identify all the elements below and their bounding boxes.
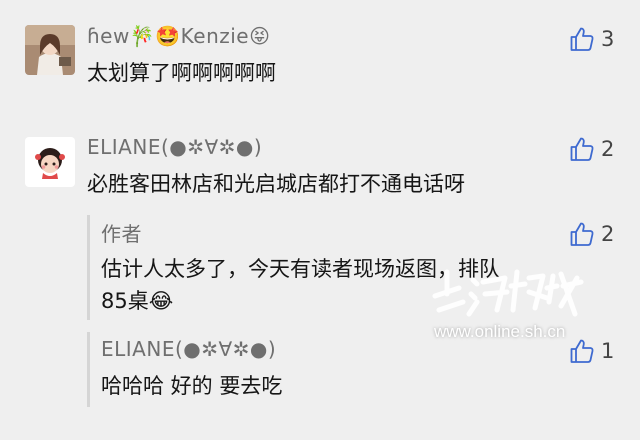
avatar[interactable] xyxy=(25,25,75,75)
thumbs-up-icon xyxy=(570,137,594,161)
like-count: 3 xyxy=(601,27,615,51)
reply-text: 估计人太多了，今天有读者现场返图，排队 xyxy=(101,257,500,281)
comment-username[interactable]: ELIANE(●✲∀✲●) xyxy=(87,135,262,159)
reply-text: 85桌😂 xyxy=(101,289,174,313)
like-count: 2 xyxy=(601,137,615,161)
like-count: 1 xyxy=(601,339,615,363)
like-button[interactable]: 3 xyxy=(569,26,614,52)
avatar[interactable] xyxy=(25,137,75,187)
reply-username: 作者 xyxy=(101,222,142,246)
thumbs-up-icon xyxy=(570,222,594,246)
like-button[interactable]: 2 xyxy=(569,136,614,162)
comment-item: ɦew🎋🤩Kenzie😝 太划算了啊啊啊啊啊 3 xyxy=(0,0,640,110)
comment-text: 太划算了啊啊啊啊啊 xyxy=(87,61,276,85)
comment-item: ELIANE(●✲∀✲●) 必胜客田林店和光启城店都打不通电话呀 2 作者 估计… xyxy=(0,110,640,440)
like-count: 2 xyxy=(601,222,615,246)
like-button[interactable]: 2 xyxy=(569,221,614,247)
thumbs-up-icon xyxy=(570,27,594,51)
reply-divider xyxy=(87,215,90,320)
reply-text: 哈哈哈 好的 要去吃 xyxy=(101,374,283,398)
thumbs-up-icon xyxy=(570,339,594,363)
reply-username[interactable]: ELIANE(●✲∀✲●) xyxy=(101,337,276,361)
comment-username[interactable]: ɦew🎋🤩Kenzie😝 xyxy=(87,24,270,48)
comment-text: 必胜客田林店和光启城店都打不通电话呀 xyxy=(87,172,465,196)
like-button[interactable]: 1 xyxy=(569,338,614,364)
reply-divider xyxy=(87,332,90,407)
